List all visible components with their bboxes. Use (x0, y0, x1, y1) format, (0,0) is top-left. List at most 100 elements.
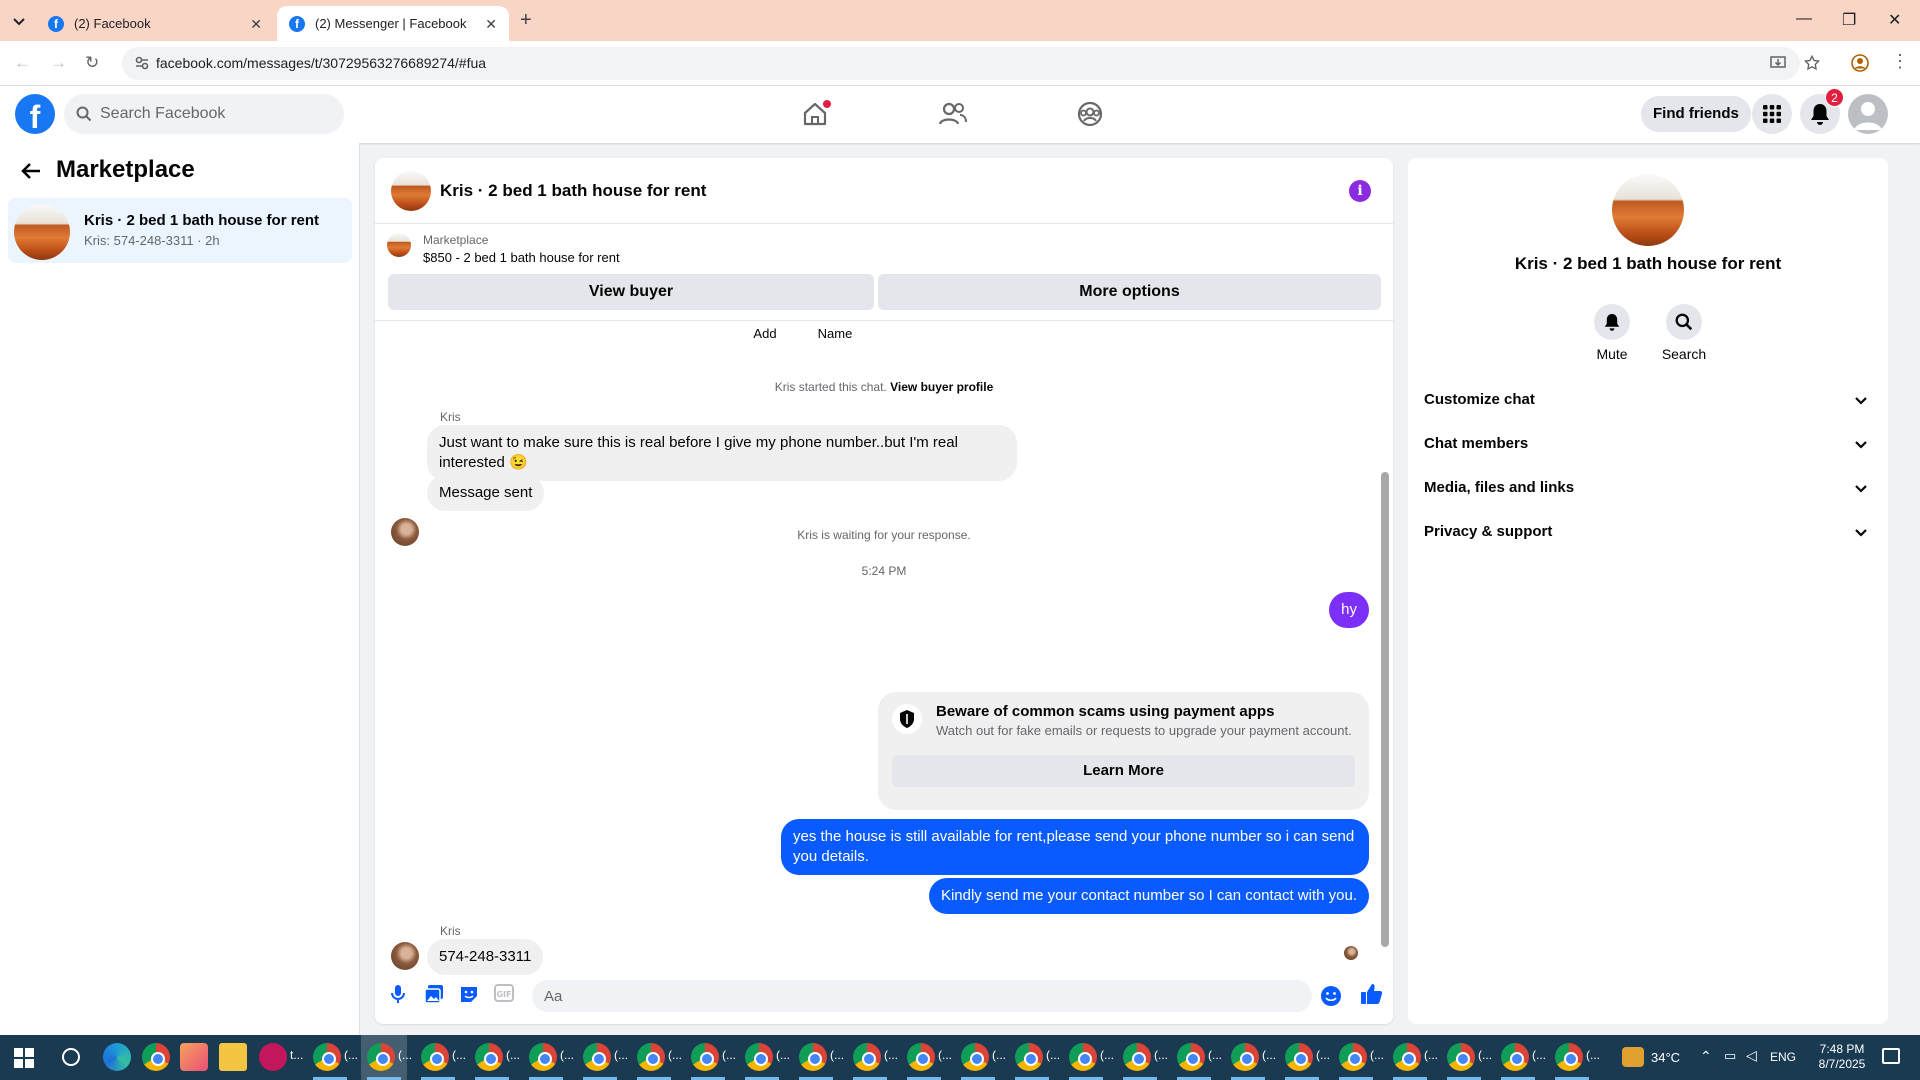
tray-chevron-icon[interactable]: ⌃ (1700, 1048, 1712, 1065)
conversation-list-item[interactable]: Kris · 2 bed 1 bath house for rent Kris:… (8, 198, 352, 263)
menu-grid-icon[interactable] (1752, 94, 1792, 134)
site-info-icon[interactable] (134, 55, 150, 71)
account-avatar[interactable] (1848, 94, 1888, 134)
chrome-window-icon[interactable] (637, 1043, 665, 1071)
marketplace-label: Marketplace (423, 233, 489, 247)
view-buyer-button[interactable]: View buyer (388, 274, 874, 310)
chrome-window-icon[interactable] (583, 1043, 611, 1071)
temperature[interactable]: 34°C (1651, 1050, 1680, 1065)
incoming-message[interactable]: Just want to make sure this is real befo… (427, 425, 1017, 481)
chrome-window-icon[interactable] (1447, 1043, 1475, 1071)
browser-menu-icon[interactable]: ⋮ (1891, 51, 1909, 72)
name-label[interactable]: Name (805, 326, 865, 341)
chrome-window-icon[interactable] (691, 1043, 719, 1071)
gif-icon[interactable]: GIF (494, 984, 514, 1002)
bookmark-star-icon[interactable] (1803, 54, 1821, 72)
search-in-chat-button[interactable]: Search (1654, 304, 1714, 362)
volume-icon[interactable]: ◁ (1746, 1047, 1757, 1064)
tab-search-chevron-icon[interactable] (8, 10, 30, 32)
emoji-icon[interactable] (1320, 985, 1342, 1007)
chrome-window-icon[interactable] (1069, 1043, 1097, 1071)
taskbar-search-icon[interactable] (62, 1048, 80, 1066)
media-files-links-section[interactable]: Media, files and links (1424, 470, 1872, 506)
back-icon[interactable]: ← (14, 53, 31, 73)
search-input[interactable] (100, 94, 330, 134)
info-icon[interactable]: i (1349, 180, 1371, 202)
browser-tab-facebook[interactable]: f (2) Facebook ✕ (36, 6, 274, 41)
chrome-window-icon[interactable] (475, 1043, 503, 1071)
chrome-window-icon[interactable] (1123, 1043, 1151, 1071)
chrome-window-icon[interactable] (745, 1043, 773, 1071)
chrome-window-icon[interactable] (1339, 1043, 1367, 1071)
like-thumb-icon[interactable] (1359, 982, 1383, 1006)
reload-icon[interactable]: ↻ (85, 53, 99, 73)
close-tab-icon[interactable]: ✕ (485, 16, 497, 33)
chrome-window-icon[interactable] (1555, 1043, 1583, 1071)
photo-icon[interactable] (424, 984, 444, 1004)
more-options-button[interactable]: More options (878, 274, 1381, 310)
facebook-logo-icon[interactable]: f (15, 94, 55, 134)
close-window-icon[interactable]: ✕ (1888, 10, 1901, 30)
chrome-window-icon[interactable] (1177, 1043, 1205, 1071)
chrome-window-icon[interactable] (529, 1043, 557, 1071)
message-input[interactable] (532, 980, 1312, 1012)
minimize-icon[interactable]: — (1796, 10, 1812, 28)
sticker-icon[interactable] (459, 984, 479, 1004)
forward-icon[interactable]: → (50, 53, 67, 73)
chrome-window-icon[interactable] (1501, 1043, 1529, 1071)
friends-icon[interactable] (938, 100, 968, 128)
app-icon[interactable] (259, 1043, 287, 1071)
outgoing-message[interactable]: yes the house is still available for ren… (781, 819, 1369, 875)
chat-members-section[interactable]: Chat members (1424, 426, 1872, 462)
microphone-icon[interactable] (389, 984, 407, 1004)
listing-price-title[interactable]: $850 - 2 bed 1 bath house for rent (423, 250, 620, 265)
chrome-window-icon[interactable] (799, 1043, 827, 1071)
paint-app-icon[interactable] (180, 1043, 208, 1071)
windows-start-icon[interactable] (14, 1048, 34, 1068)
chrome-window-icon[interactable] (313, 1043, 341, 1071)
customize-chat-section[interactable]: Customize chat (1424, 382, 1872, 418)
add-label[interactable]: Add (740, 326, 790, 341)
learn-more-button[interactable]: Learn More (892, 755, 1355, 787)
back-arrow-icon[interactable] (20, 160, 42, 182)
outgoing-message[interactable]: hy (1329, 592, 1369, 628)
chrome-window-icon[interactable] (1231, 1043, 1259, 1071)
restore-icon[interactable]: ❐ (1842, 10, 1856, 30)
chrome-window-icon[interactable] (1393, 1043, 1421, 1071)
privacy-support-section[interactable]: Privacy & support (1424, 514, 1872, 550)
language-indicator[interactable]: ENG (1770, 1050, 1796, 1064)
listing-large-avatar[interactable] (1612, 174, 1684, 246)
find-friends-button[interactable]: Find friends (1641, 96, 1751, 132)
edge-icon[interactable] (103, 1043, 131, 1071)
chrome-window-icon[interactable] (907, 1043, 935, 1071)
incoming-message[interactable]: Message sent (427, 475, 545, 511)
view-buyer-profile-link[interactable]: View buyer profile (890, 380, 993, 394)
chrome-window-icon[interactable] (367, 1043, 395, 1071)
chat-title[interactable]: Kris · 2 bed 1 bath house for rent (440, 181, 706, 201)
chrome-window-icon[interactable] (421, 1043, 449, 1071)
new-tab-icon[interactable]: + (520, 9, 532, 32)
url-field[interactable]: facebook.com/messages/t/3072956327668927… (122, 47, 1800, 80)
chrome-window-icon[interactable] (1015, 1043, 1043, 1071)
network-icon[interactable]: ▭ (1724, 1048, 1736, 1064)
close-tab-icon[interactable]: ✕ (250, 16, 262, 33)
mute-button[interactable]: Mute (1582, 304, 1642, 362)
profile-icon[interactable] (1851, 54, 1869, 72)
groups-icon[interactable] (1076, 100, 1104, 128)
message-scrollbar[interactable] (1378, 322, 1390, 962)
listing-avatar[interactable] (391, 171, 431, 211)
outgoing-message[interactable]: Kindly send me your contact number so I … (928, 878, 1369, 914)
chrome-window-icon[interactable] (853, 1043, 881, 1071)
clock[interactable]: 7:48 PM 8/7/2025 (1808, 1042, 1876, 1072)
browser-tab-messenger[interactable]: f (2) Messenger | Facebook ✕ (277, 6, 509, 41)
listing-thumbnail (14, 204, 70, 260)
chrome-window-icon[interactable] (1285, 1043, 1313, 1071)
file-explorer-icon[interactable] (219, 1043, 247, 1071)
notification-center-icon[interactable] (1882, 1048, 1900, 1064)
facebook-search-box[interactable] (64, 94, 344, 134)
chrome-icon[interactable] (142, 1043, 170, 1071)
install-app-icon[interactable] (1769, 54, 1787, 72)
chrome-window-icon[interactable] (961, 1043, 989, 1071)
weather-icon[interactable] (1622, 1047, 1644, 1067)
scrollbar-thumb[interactable] (1381, 472, 1389, 947)
